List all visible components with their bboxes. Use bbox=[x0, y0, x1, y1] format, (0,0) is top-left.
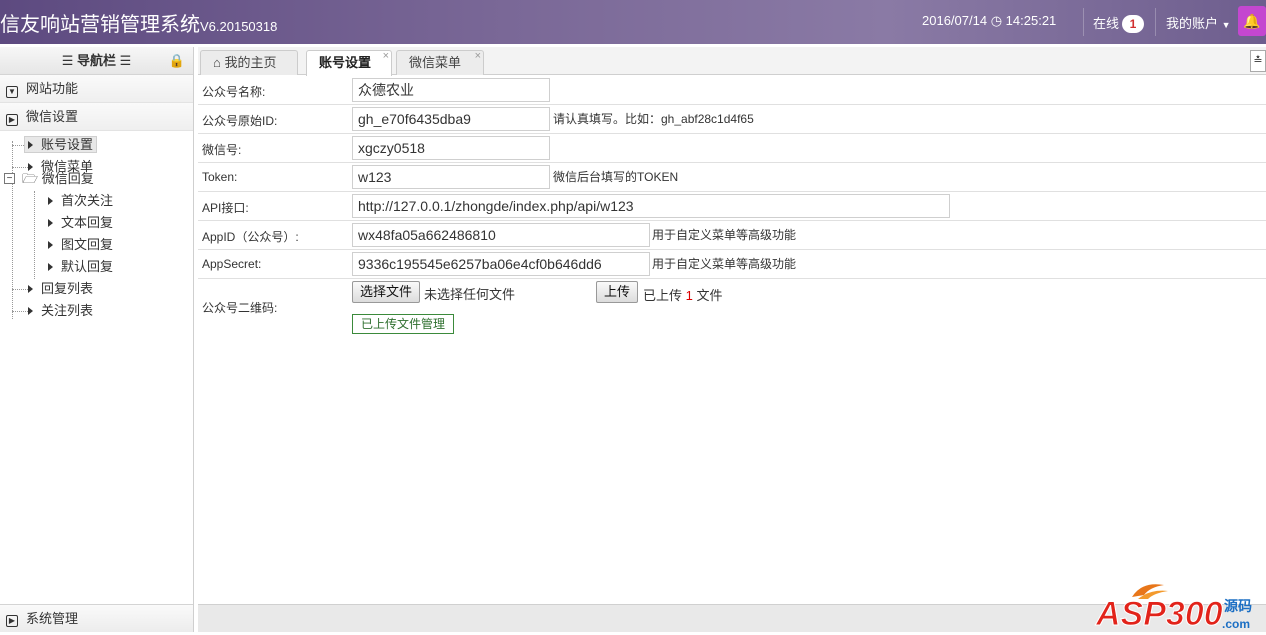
wechat-tree: 账号设置 微信菜单 − 🗁 微信回复 首次关注 文本回复 图文回复 默认回复 回… bbox=[0, 131, 193, 331]
expand-icon: ▶ bbox=[6, 114, 18, 126]
no-file-text: 未选择任何文件 bbox=[424, 287, 516, 302]
form-row-name: 公众号名称: bbox=[198, 76, 1266, 105]
tab-bar: ⌂ 我的主页 账号设置 × 微信菜单 × ≛ bbox=[198, 47, 1266, 76]
lock-icon[interactable]: 🔒 bbox=[169, 47, 185, 75]
tree-line bbox=[34, 191, 35, 279]
tree-item-wechat-reply[interactable]: 🗁 微信回复 bbox=[22, 169, 94, 189]
sidebar-group-site[interactable]: ▼ 网站功能 bbox=[0, 75, 193, 103]
uploaded-files-manager-button[interactable]: 已上传文件管理 bbox=[352, 314, 455, 334]
tree-item-first-follow[interactable]: 首次关注 bbox=[48, 191, 113, 211]
chevron-down-icon[interactable]: ≛ bbox=[1250, 50, 1266, 72]
uploaded-count-text: 已上传 1 文件 bbox=[643, 288, 723, 303]
appid-label: AppID（公众号）: bbox=[202, 230, 299, 244]
minus-icon[interactable]: − bbox=[4, 173, 15, 184]
wechat-no-label: 微信号: bbox=[202, 143, 242, 157]
name-input[interactable] bbox=[352, 78, 550, 102]
appsecret-label: AppSecret: bbox=[202, 257, 262, 271]
original-id-label: 公众号原始ID: bbox=[202, 114, 278, 128]
name-label: 公众号名称: bbox=[202, 85, 266, 99]
appid-hint: 用于自定义菜单等高级功能 bbox=[652, 228, 797, 242]
caret-right-icon bbox=[48, 219, 53, 227]
qrcode-label: 公众号二维码: bbox=[202, 301, 278, 315]
sidebar: ☰ 导航栏 ☰ 🔒 ▼ 网站功能 ▶ 微信设置 账号设置 微信菜单 − 🗁 微信回复… bbox=[0, 47, 194, 632]
menu-icon: ☰ bbox=[61, 53, 74, 68]
tab-home[interactable]: ⌂ 我的主页 bbox=[200, 50, 298, 75]
folder-open-icon: 🗁 bbox=[22, 171, 39, 186]
sidebar-title: ☰ 导航栏 ☰ 🔒 bbox=[0, 47, 193, 75]
choose-file-button[interactable]: 选择文件 bbox=[352, 281, 421, 303]
api-input[interactable] bbox=[352, 194, 950, 218]
home-icon: ⌂ bbox=[213, 55, 221, 70]
form-row-api: API接口: bbox=[198, 192, 1266, 221]
caret-right-icon bbox=[28, 141, 33, 149]
svg-text:源码: 源码 bbox=[1224, 598, 1252, 615]
form-row-appsecret: AppSecret: 用于自定义菜单等高级功能 bbox=[198, 250, 1266, 279]
online-count-badge: 1 bbox=[1122, 15, 1145, 33]
tree-item-follow-list[interactable]: 关注列表 bbox=[28, 301, 93, 321]
form-row-original-id: 公众号原始ID: 请认真填写。比如：gh_abf28c1d4f65 bbox=[198, 105, 1266, 134]
account-settings-form: 公众号名称: 公众号原始ID: 请认真填写。比如：gh_abf28c1d4f65… bbox=[198, 76, 1266, 604]
sidebar-group-wechat[interactable]: ▶ 微信设置 bbox=[0, 103, 193, 131]
tree-line bbox=[12, 311, 28, 312]
caret-right-icon bbox=[48, 241, 53, 249]
collapse-icon: ▼ bbox=[6, 86, 18, 98]
tree-line bbox=[12, 289, 28, 290]
tree-line bbox=[12, 145, 24, 146]
form-row-qrcode: 公众号二维码: 选择文件 未选择任何文件 上传 已上传 1 文件 已上传文件管理 bbox=[198, 279, 1266, 337]
tree-item-reply-list[interactable]: 回复列表 bbox=[28, 279, 93, 299]
tree-line bbox=[12, 167, 28, 168]
header-divider bbox=[1083, 8, 1084, 36]
clock-icon: ◷ bbox=[990, 13, 1003, 28]
wechat-no-input[interactable] bbox=[352, 136, 550, 160]
appid-input[interactable] bbox=[352, 223, 650, 247]
tab-wechat-menu[interactable]: 微信菜单 × bbox=[396, 50, 484, 75]
caret-right-icon bbox=[48, 197, 53, 205]
online-users[interactable]: 在线 1 bbox=[1093, 13, 1145, 33]
svg-text:.com: .com bbox=[1222, 617, 1250, 631]
token-label: Token: bbox=[202, 170, 238, 184]
expand-icon: ▶ bbox=[6, 615, 18, 627]
upload-button[interactable]: 上传 bbox=[596, 281, 639, 303]
uploaded-count: 1 bbox=[685, 288, 693, 303]
tree-item-default-reply[interactable]: 默认回复 bbox=[48, 257, 113, 277]
caret-right-icon bbox=[48, 263, 53, 271]
form-row-token: Token: 微信后台填写的TOKEN bbox=[198, 163, 1266, 192]
close-icon[interactable]: × bbox=[475, 45, 481, 68]
app-title: 信友响站营销管理系统V6.20150318 bbox=[0, 14, 278, 36]
tree-item-text-reply[interactable]: 文本回复 bbox=[48, 213, 113, 233]
watermark-logo: ASP300 源码 .com bbox=[1094, 577, 1266, 634]
appsecret-input[interactable] bbox=[352, 252, 650, 276]
form-row-wechat-no: 微信号: bbox=[198, 134, 1266, 163]
bell-icon[interactable]: 🔔 bbox=[1238, 6, 1266, 36]
account-menu[interactable]: 我的账户 ▼ bbox=[1166, 13, 1231, 32]
form-row-appid: AppID（公众号）: 用于自定义菜单等高级功能 bbox=[198, 221, 1266, 250]
menu-icon: ☰ bbox=[119, 53, 132, 68]
token-hint: 微信后台填写的TOKEN bbox=[553, 170, 679, 184]
app-header: 信友响站营销管理系统V6.20150318 2016/07/14 ◷ 14:25… bbox=[0, 0, 1266, 44]
header-divider bbox=[1155, 8, 1156, 36]
appsecret-hint: 用于自定义菜单等高级功能 bbox=[652, 257, 797, 271]
original-id-hint: 请认真填写。比如：gh_abf28c1d4f65 bbox=[553, 112, 754, 126]
caret-right-icon bbox=[28, 285, 33, 293]
api-label: API接口: bbox=[202, 201, 249, 215]
token-input[interactable] bbox=[352, 165, 550, 189]
close-icon[interactable]: × bbox=[383, 45, 389, 68]
tree-item-image-text-reply[interactable]: 图文回复 bbox=[48, 235, 113, 255]
tree-item-account-settings[interactable]: 账号设置 bbox=[24, 135, 98, 155]
caret-right-icon bbox=[28, 307, 33, 315]
svg-text:ASP300: ASP300 bbox=[1095, 595, 1223, 632]
tab-account-settings[interactable]: 账号设置 × bbox=[306, 50, 392, 76]
caret-down-icon: ▼ bbox=[1221, 20, 1231, 30]
original-id-input[interactable] bbox=[352, 107, 550, 131]
clock: 2016/07/14 ◷ 14:25:21 bbox=[922, 13, 1057, 28]
app-version: V6.20150318 bbox=[200, 19, 278, 34]
sidebar-group-system[interactable]: ▶ 系统管理 bbox=[0, 604, 193, 632]
